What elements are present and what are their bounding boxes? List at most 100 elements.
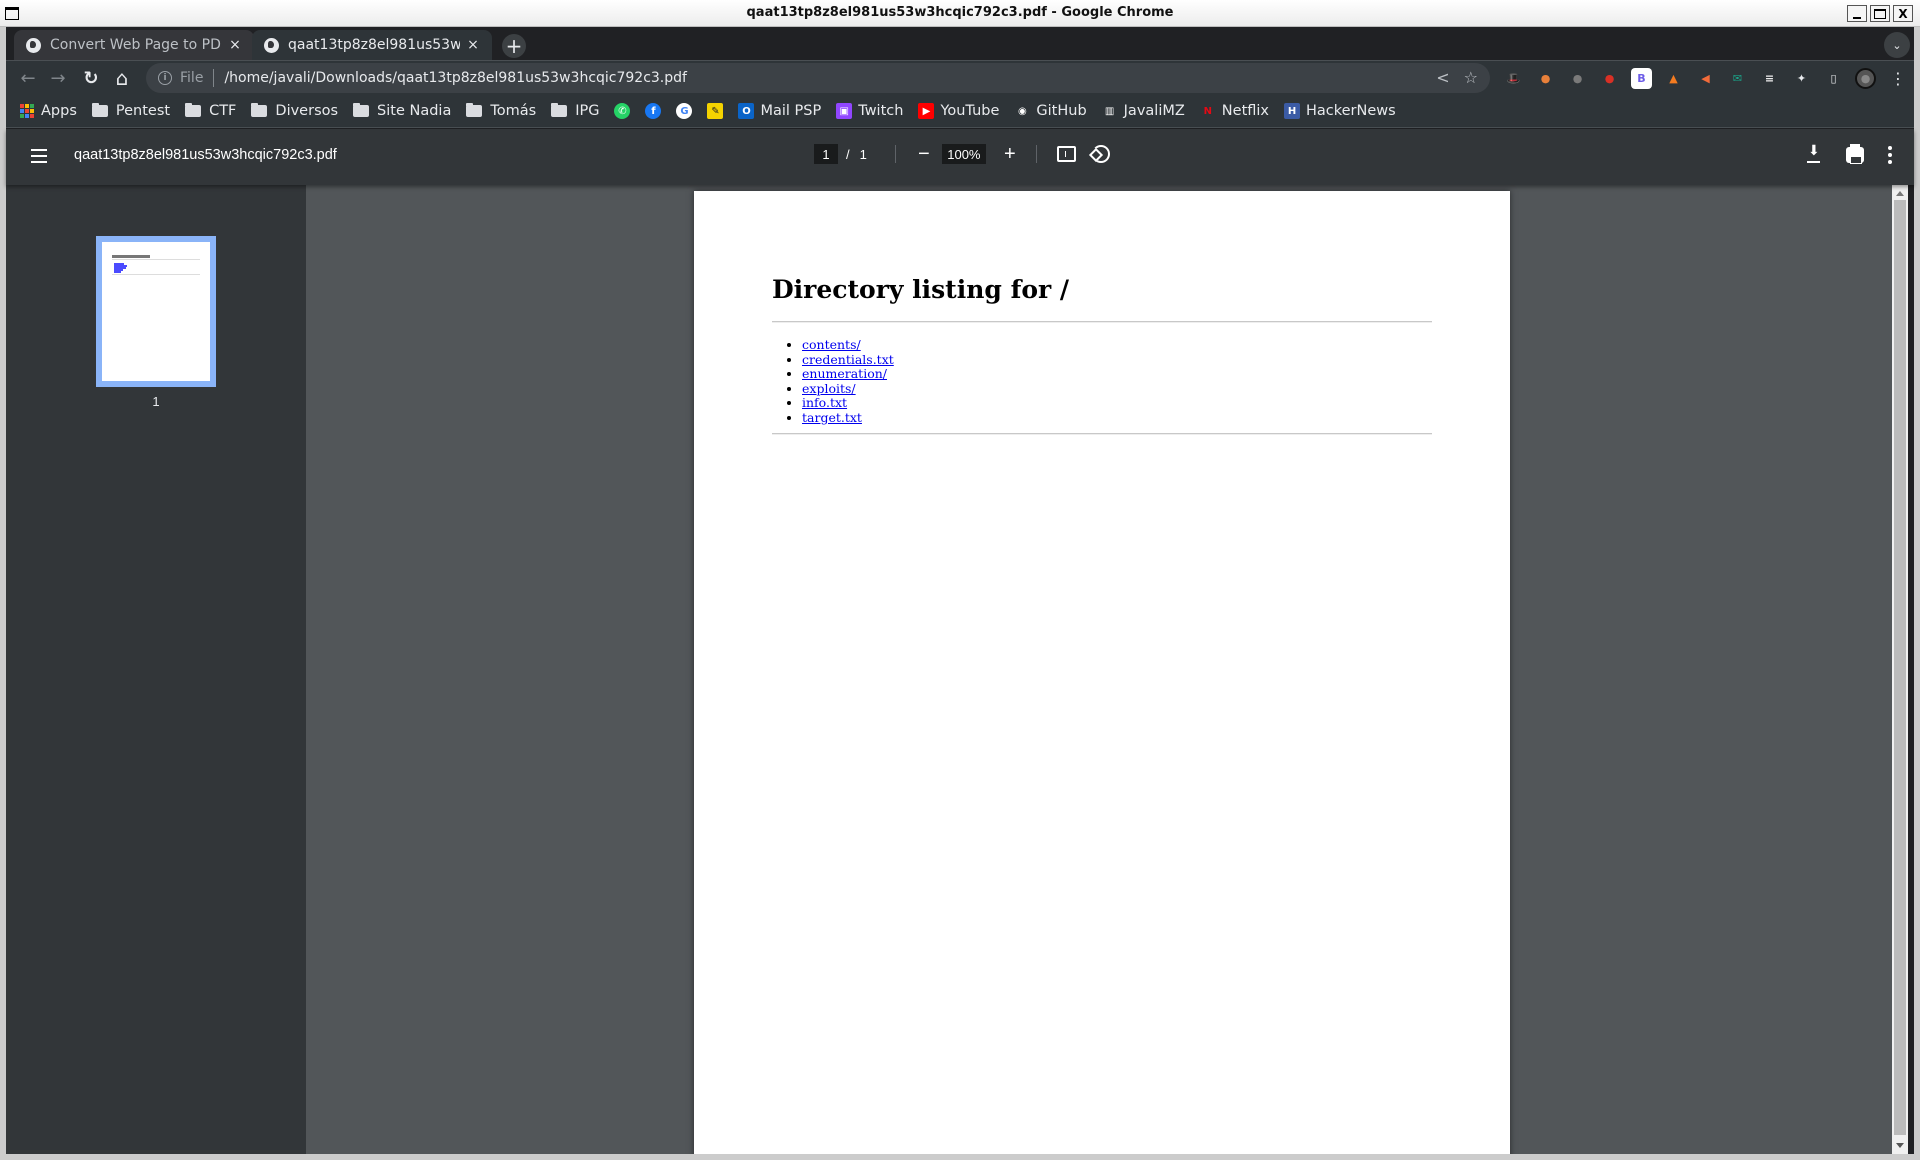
bookmark-pentest[interactable]: Pentest: [91, 103, 170, 119]
reload-button[interactable]: ↻: [79, 66, 103, 90]
feather-extension-icon[interactable]: ●: [1567, 68, 1588, 89]
home-button[interactable]: ⌂: [110, 66, 134, 90]
more-actions-icon[interactable]: [1888, 146, 1892, 164]
menu-icon[interactable]: [31, 149, 47, 163]
bookmark-whatsapp[interactable]: ✆: [614, 103, 636, 119]
tab-convert-web-page[interactable]: Convert Web Page to PDF ×: [14, 30, 254, 60]
tab-pdf-file[interactable]: qaat13tp8z8el981us53w3hcqic792c3.pdf ×: [252, 30, 492, 60]
directory-entry-link[interactable]: exploits/: [802, 381, 856, 396]
vertical-scrollbar[interactable]: [1892, 185, 1908, 1154]
zoom-out-button[interactable]: −: [916, 144, 932, 164]
bookmark-twitch[interactable]: ▣ Twitch: [836, 103, 903, 119]
print-icon[interactable]: [1846, 144, 1864, 164]
rotate-icon[interactable]: [1091, 145, 1110, 163]
bookmark-star-icon[interactable]: ☆: [1464, 68, 1478, 87]
shield-extension-icon[interactable]: ▲: [1663, 68, 1684, 89]
browser-window: Convert Web Page to PDF × qaat13tp8z8el9…: [6, 27, 1914, 1154]
bookmark-tom-s[interactable]: Tomás: [466, 103, 536, 119]
thumbnail-page-number: 1: [152, 394, 160, 409]
list-item: info.txt: [802, 396, 894, 411]
cookie-extension-icon[interactable]: ●: [1535, 68, 1556, 89]
list-item: enumeration/: [802, 366, 894, 382]
thumbnail-sidebar: 1: [6, 185, 306, 1154]
bookmark-site-nadia[interactable]: Site Nadia: [353, 103, 451, 119]
directory-entry-link[interactable]: contents/: [802, 337, 861, 352]
chrome-menu-button[interactable]: ⋮: [1886, 66, 1910, 90]
page-number-input[interactable]: 1: [814, 144, 838, 164]
close-tab-icon[interactable]: ×: [228, 37, 242, 53]
apps-grid-icon: [20, 104, 34, 118]
tab-search-button[interactable]: ⌄: [1884, 32, 1910, 58]
list-item: credentials.txt: [802, 352, 894, 368]
bookmark-facebook[interactable]: f: [645, 103, 667, 119]
globe-icon: [264, 37, 279, 53]
tab-title: qaat13tp8z8el981us53w3hcqic792c3.pdf: [288, 37, 460, 53]
site-info-icon[interactable]: i: [158, 71, 172, 85]
bookmark-apps[interactable]: Apps: [20, 103, 77, 119]
bookmark-hackernews[interactable]: H HackerNews: [1284, 103, 1396, 119]
zoom-in-button[interactable]: +: [1002, 144, 1018, 164]
directory-entry-link[interactable]: enumeration/: [802, 366, 887, 381]
page-thumbnail[interactable]: [96, 236, 216, 387]
close-window-button[interactable]: X: [1893, 5, 1913, 22]
maximize-button[interactable]: [1870, 5, 1890, 22]
hat-extension-icon[interactable]: 🎩: [1503, 68, 1524, 89]
chevron-down-icon: ⌄: [1892, 38, 1902, 52]
profile-avatar-icon[interactable]: ●: [1855, 68, 1876, 89]
scroll-up-arrow[interactable]: [1896, 191, 1904, 196]
youtube-icon: ▶: [918, 103, 935, 119]
extensions-area: 🎩 ● ● ● B ▲ ◀ ✉ ≡ ✦ ▯ ●: [1503, 68, 1876, 89]
pdf-filename: qaat13tp8z8el981us53w3hcqic792c3.pdf: [74, 147, 337, 163]
bookmark-netflix[interactable]: N Netflix: [1199, 103, 1269, 119]
horizontal-rule: [772, 433, 1432, 435]
scroll-down-arrow[interactable]: [1896, 1143, 1904, 1148]
zoom-level-input[interactable]: 100%: [941, 144, 986, 164]
address-bar[interactable]: i File /home/javali/Downloads/qaat13tp8z…: [146, 63, 1490, 93]
forward-button[interactable]: →: [46, 66, 70, 90]
santa-cookie-extension-icon[interactable]: ●: [1599, 68, 1620, 89]
bookmark-youtube[interactable]: ▶ YouTube: [918, 103, 999, 119]
folder-icon: [353, 103, 370, 117]
bookmark-javalimz[interactable]: ▥ JavaliMZ: [1101, 103, 1185, 119]
folder-icon: [91, 103, 108, 117]
globe-icon: [26, 37, 41, 53]
back-button[interactable]: ←: [16, 66, 40, 90]
directory-entry-link[interactable]: credentials.txt: [802, 352, 894, 367]
download-icon[interactable]: [1806, 143, 1822, 164]
scrollbar-thumb[interactable]: [1894, 200, 1906, 1135]
bookmark-ctf[interactable]: CTF: [185, 103, 236, 119]
hackernews-icon: H: [1284, 103, 1300, 119]
directory-entry-link[interactable]: info.txt: [802, 395, 847, 411]
b-extension-icon[interactable]: B: [1631, 68, 1652, 89]
url-text[interactable]: /home/javali/Downloads/qaat13tp8z8el981u…: [224, 70, 687, 86]
bookmark-label: Netflix: [1221, 103, 1269, 119]
pdf-page: Directory listing for / contents/credent…: [694, 191, 1510, 1154]
mail-extension-icon[interactable]: ✉: [1727, 68, 1748, 89]
bookmark-label: IPG: [575, 103, 600, 119]
bookmark-diversos[interactable]: Diversos: [251, 103, 338, 119]
bookmark-github[interactable]: ◉ GitHub: [1014, 103, 1087, 119]
divider: [1035, 145, 1037, 163]
navigation-toolbar: ← → ↻ ⌂ i File /home/javali/Downloads/qa…: [6, 60, 1914, 95]
bookmark-ipg[interactable]: IPG: [551, 103, 599, 119]
thumbnail-page-preview: [102, 242, 210, 381]
directory-entry-link[interactable]: target.txt: [802, 410, 862, 425]
folder-icon: [185, 103, 202, 117]
megaphone-extension-icon[interactable]: ◀: [1695, 68, 1716, 89]
close-tab-icon[interactable]: ×: [466, 37, 480, 53]
directory-list: contents/credentials.txtenumeration/expl…: [802, 337, 894, 426]
bookmark-label: Tomás: [490, 103, 537, 119]
bookmark-pen[interactable]: ✎: [707, 103, 729, 119]
notes-extension-icon[interactable]: ≡: [1759, 68, 1780, 89]
minimize-button[interactable]: [1847, 5, 1867, 22]
share-icon[interactable]: <: [1436, 68, 1449, 87]
bookmark-google[interactable]: G: [676, 103, 698, 119]
new-tab-button[interactable]: +: [502, 34, 526, 58]
pdf-viewer-area[interactable]: Directory listing for / contents/credent…: [306, 185, 1892, 1154]
sidepanel-extension-icon[interactable]: ▯: [1823, 68, 1844, 89]
bookmark-mail-psp[interactable]: O Mail PSP: [738, 103, 821, 119]
github-icon: ◉: [1014, 103, 1031, 119]
page-separator: /: [846, 146, 850, 162]
puzzle-extension-icon[interactable]: ✦: [1791, 68, 1812, 89]
fit-to-page-icon[interactable]: [1056, 146, 1076, 162]
